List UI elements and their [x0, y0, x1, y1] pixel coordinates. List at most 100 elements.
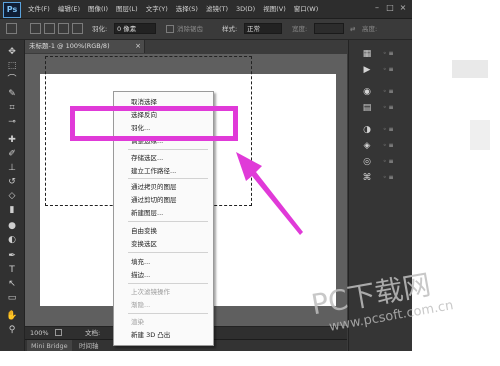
pen-icon[interactable]: ✒: [5, 250, 19, 262]
panel-options-icon[interactable]: ◦ ≡: [383, 141, 407, 151]
menu-image[interactable]: 图像(I): [84, 0, 112, 18]
panel-options-icon[interactable]: ◦ ≡: [383, 65, 407, 75]
panel-options-icon[interactable]: ◦ ≡: [383, 157, 407, 167]
ctx-fade: 渐隐...: [131, 301, 151, 309]
gradient-icon[interactable]: ▮: [5, 204, 19, 216]
adjustments-icon[interactable]: ◑: [359, 124, 375, 136]
minimize-button[interactable]: –: [372, 3, 382, 13]
stamp-icon[interactable]: ⊥: [5, 162, 19, 174]
quick-select-icon[interactable]: ✎: [5, 88, 19, 100]
zoom-level[interactable]: 100%: [30, 327, 49, 339]
document-info[interactable]: 文档:: [85, 327, 100, 339]
width-label: 宽度:: [292, 25, 308, 33]
crop-icon[interactable]: ⌗: [5, 102, 19, 114]
menu-type[interactable]: 文字(Y): [142, 0, 172, 18]
intersect-selection-icon[interactable]: [72, 23, 83, 34]
history-icon[interactable]: ▦: [359, 48, 375, 60]
menu-layer[interactable]: 图层(L): [112, 0, 142, 18]
antialias-label: 消除锯齿: [177, 25, 203, 33]
zoom-icon[interactable]: ⚲: [5, 324, 19, 336]
hand-icon[interactable]: ✋: [5, 310, 19, 322]
menu-separator: [128, 178, 208, 179]
ctx-save-selection[interactable]: 存储选区...: [131, 153, 163, 163]
subtract-selection-icon[interactable]: [58, 23, 69, 34]
width-input[interactable]: [314, 23, 344, 34]
color-icon[interactable]: ◉: [359, 86, 375, 98]
watermark: PC下载网 www.pcsoft.com.cn: [308, 268, 498, 364]
ctx-make-work-path[interactable]: 建立工作路径...: [131, 166, 176, 176]
eraser-icon[interactable]: ◇: [5, 190, 19, 202]
ctx-layer-via-cut[interactable]: 通过剪切的图层: [131, 195, 177, 205]
lasso-icon[interactable]: ⌒: [5, 74, 19, 86]
menu-separator: [128, 283, 208, 284]
menu-separator: [128, 252, 208, 253]
highlight-box: [70, 106, 238, 141]
close-tab-icon[interactable]: ×: [135, 40, 141, 53]
new-selection-icon[interactable]: [30, 23, 41, 34]
menu-file[interactable]: 文件(F): [24, 0, 54, 18]
ctx-render: 渲染: [131, 318, 144, 326]
panel-options-icon[interactable]: ◦ ≡: [383, 103, 407, 113]
menu-filter[interactable]: 滤镜(T): [202, 0, 232, 18]
ctx-transform-selection[interactable]: 变换选区: [131, 239, 157, 249]
antialias-checkbox[interactable]: [166, 25, 174, 33]
ctx-free-transform[interactable]: 自由变换: [131, 226, 157, 236]
move-icon[interactable]: ✥: [5, 46, 19, 58]
swatches-icon[interactable]: ▤: [359, 102, 375, 114]
add-selection-icon[interactable]: [44, 23, 55, 34]
feather-input[interactable]: 0 像素: [114, 23, 156, 34]
ctx-new-3d-extrusion[interactable]: 新建 3D 凸出: [131, 330, 170, 340]
menu-3d[interactable]: 3D(D): [232, 0, 259, 18]
menu-separator: [128, 149, 208, 150]
layers-icon[interactable]: ◈: [359, 140, 375, 152]
document-tab[interactable]: 未标题-1 @ 100%(RGB/8) ×: [25, 40, 145, 53]
style-label: 样式:: [222, 25, 238, 33]
feather-label: 羽化:: [92, 25, 108, 33]
type-icon[interactable]: T: [5, 264, 19, 276]
panel-options-icon[interactable]: ◦ ≡: [383, 87, 407, 97]
style-select[interactable]: 正常: [244, 23, 282, 34]
menu-select[interactable]: 选择(S): [172, 0, 202, 18]
ctx-new-layer[interactable]: 新建图层...: [131, 208, 163, 218]
menu-separator: [128, 221, 208, 222]
ctx-last-filter: 上次滤镜操作: [131, 288, 170, 296]
ctx-layer-via-copy[interactable]: 通过拷贝的图层: [131, 182, 177, 192]
paths-icon[interactable]: ⌘: [359, 172, 375, 184]
healing-brush-icon[interactable]: ✚: [5, 134, 19, 146]
dodge-icon[interactable]: ◐: [5, 234, 19, 246]
panel-options-icon[interactable]: ◦ ≡: [383, 173, 407, 183]
tab-mini-bridge[interactable]: Mini Bridge: [27, 340, 72, 351]
tab-timeline[interactable]: 时间轴: [75, 340, 103, 351]
path-select-icon[interactable]: ↖: [5, 278, 19, 290]
channels-icon[interactable]: ◎: [359, 156, 375, 168]
eyedropper-icon[interactable]: ⊸: [5, 116, 19, 128]
document-tab-title: 未标题-1 @ 100%(RGB/8): [29, 42, 110, 50]
menu-window[interactable]: 窗口(W): [290, 0, 323, 18]
blurred-area: [470, 120, 490, 150]
shape-icon[interactable]: ▭: [5, 292, 19, 304]
history-brush-icon[interactable]: ↺: [5, 176, 19, 188]
brush-icon[interactable]: ✐: [5, 148, 19, 160]
ctx-stroke[interactable]: 描边...: [131, 270, 150, 280]
swap-icon[interactable]: ⇄: [350, 24, 355, 34]
menu-edit[interactable]: 编辑(E): [54, 0, 84, 18]
marquee-preset-icon[interactable]: [6, 23, 17, 34]
actions-icon[interactable]: ▶: [359, 64, 375, 76]
window-controls: – □ ×: [372, 3, 408, 13]
maximize-button[interactable]: □: [385, 3, 395, 13]
panel-options-icon[interactable]: ◦ ≡: [383, 49, 407, 59]
close-button[interactable]: ×: [398, 3, 408, 13]
height-label: 高度:: [362, 25, 378, 33]
menu-separator: [128, 313, 208, 314]
ctx-fill[interactable]: 填充...: [131, 257, 150, 267]
menu-list: 文件(F) 编辑(E) 图像(I) 图层(L) 文字(Y) 选择(S) 滤镜(T…: [24, 0, 322, 18]
panel-options-icon[interactable]: ◦ ≡: [383, 125, 407, 135]
menu-view[interactable]: 视图(V): [259, 0, 290, 18]
status-icon[interactable]: [55, 329, 62, 336]
marquee-icon[interactable]: ⬚: [5, 60, 19, 72]
blur-icon[interactable]: ●: [5, 220, 19, 232]
photoshop-logo: Ps: [3, 2, 21, 18]
options-bar: 羽化: 0 像素 消除锯齿 样式: 正常 宽度: ⇄ 高度:: [0, 19, 412, 40]
blurred-area: [452, 60, 488, 78]
tools-panel: ✥ ⬚ ⌒ ✎ ⌗ ⊸ ✚ ✐ ⊥ ↺ ◇ ▮ ● ◐ ✒ T ↖ ▭ ✋ ⚲: [0, 40, 25, 351]
